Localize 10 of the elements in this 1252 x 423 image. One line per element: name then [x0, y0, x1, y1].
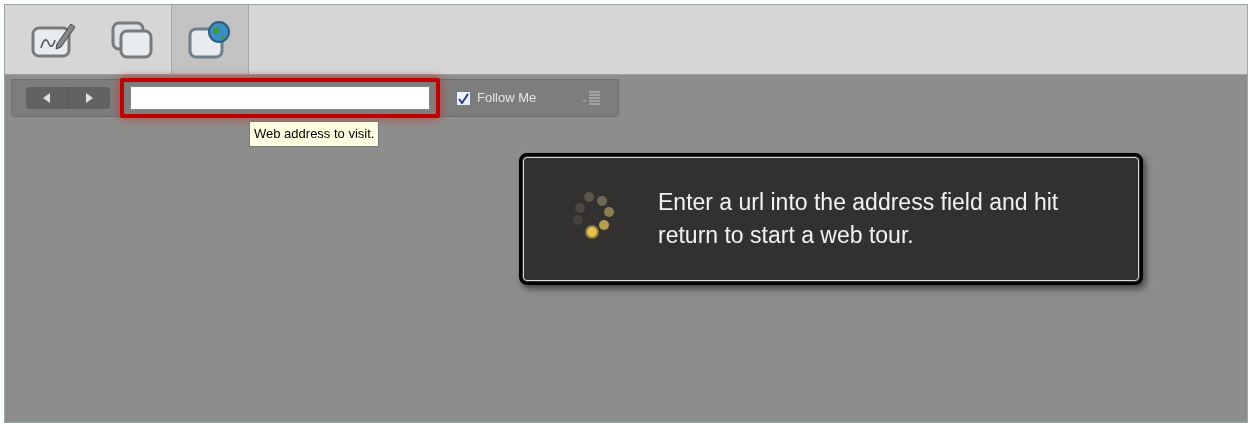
windows-icon	[109, 19, 155, 60]
left-triangle-icon	[41, 93, 52, 103]
mode-tab[interactable]	[171, 5, 249, 74]
follow-me-checkbox[interactable]	[456, 90, 471, 106]
globe-window-icon	[187, 19, 233, 60]
instruction-message: Enter a url into the address field and hit return to start a web tour.	[658, 188, 1060, 250]
tooltip: Web address to visit.	[249, 121, 380, 147]
address-field[interactable]	[120, 78, 440, 118]
follow-me-label: Follow Me	[477, 89, 537, 108]
right-triangle-icon	[84, 93, 94, 103]
